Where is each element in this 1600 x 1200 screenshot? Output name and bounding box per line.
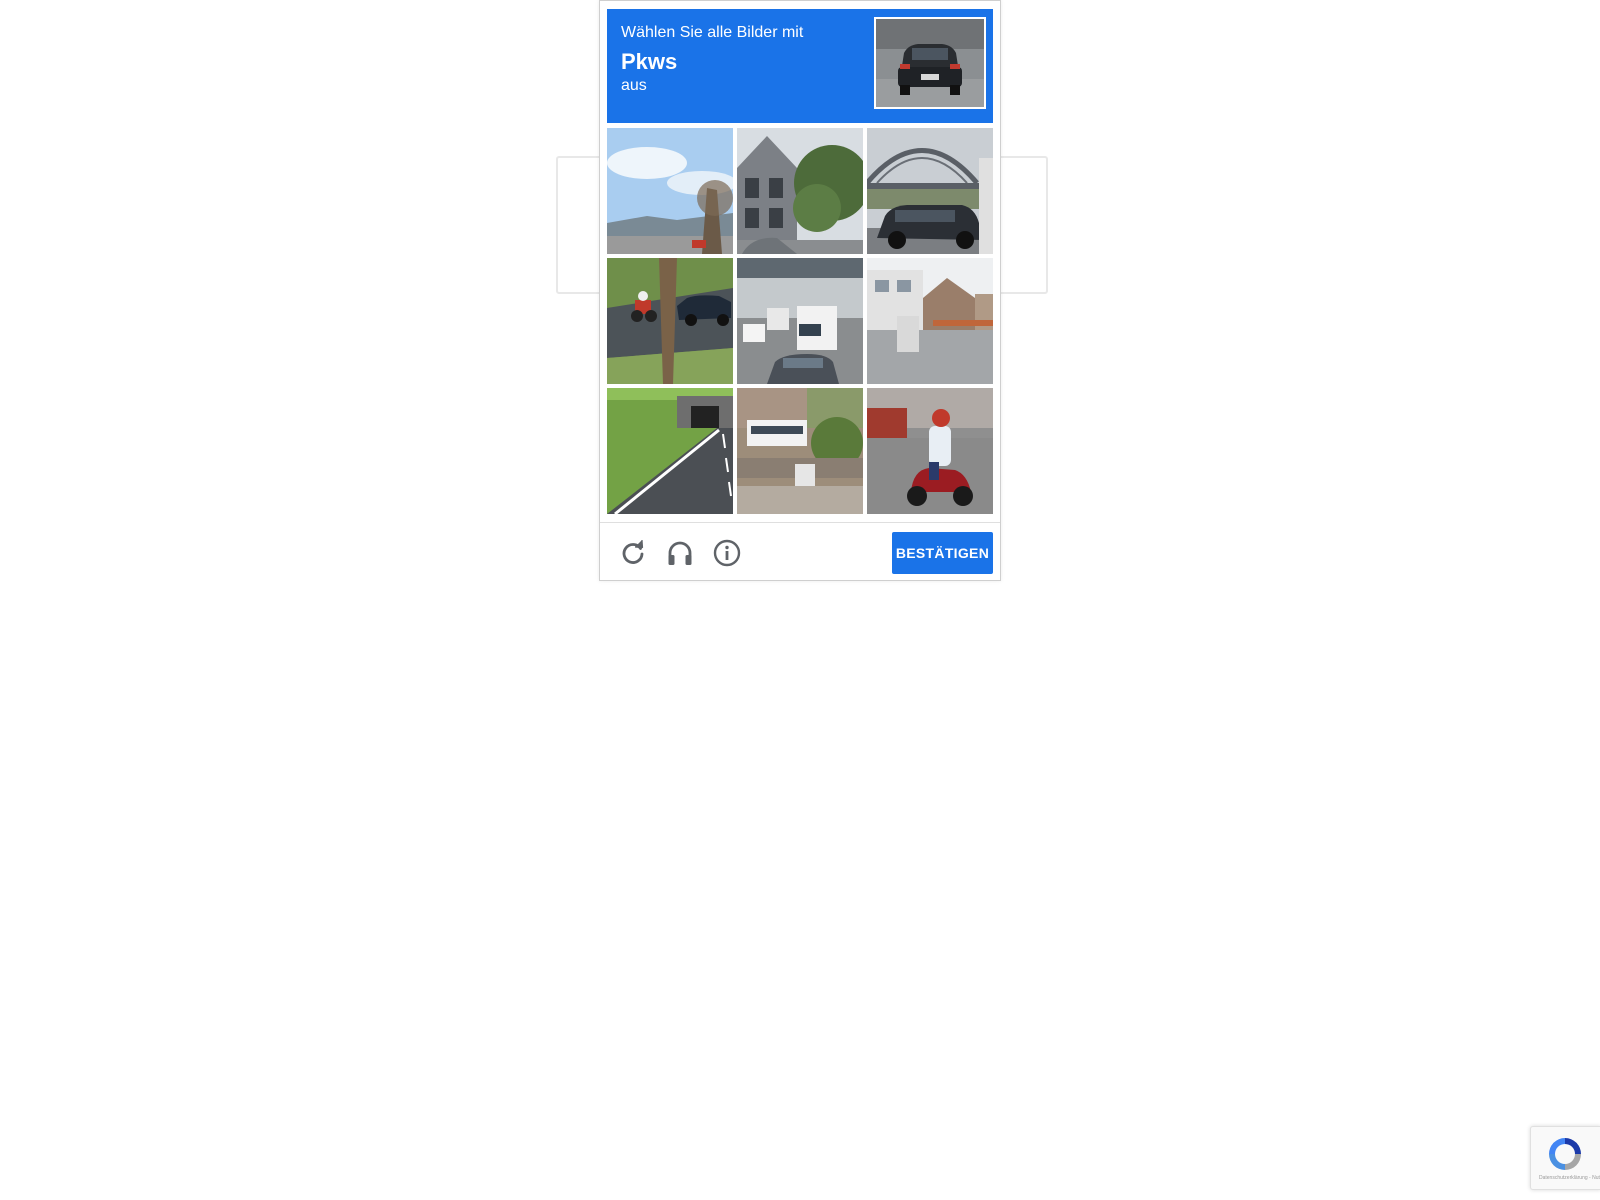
image-grid bbox=[607, 128, 994, 516]
captcha-challenge: Wählen Sie alle Bilder mit Pkws aus BEST… bbox=[599, 0, 1001, 581]
recaptcha-logo-icon bbox=[1545, 1134, 1585, 1174]
verify-button[interactable]: BESTÄTIGEN bbox=[892, 532, 993, 574]
recaptcha-badge[interactable]: Datenschutzerklärung - Nutzungsbedingung… bbox=[1530, 1126, 1600, 1190]
grid-tile[interactable] bbox=[737, 258, 863, 384]
sample-image bbox=[874, 17, 986, 109]
grid-tile[interactable] bbox=[607, 128, 733, 254]
challenge-header: Wählen Sie alle Bilder mit Pkws aus bbox=[607, 9, 993, 123]
reload-icon[interactable] bbox=[618, 538, 648, 568]
grid-tile[interactable] bbox=[867, 258, 993, 384]
badge-terms-text: Datenschutzerklärung - Nutzungsbedingung… bbox=[1539, 1175, 1600, 1181]
headphones-icon[interactable] bbox=[665, 538, 695, 568]
info-icon[interactable] bbox=[712, 538, 742, 568]
grid-tile[interactable] bbox=[867, 128, 993, 254]
instruction-text: Wählen Sie alle Bilder mit bbox=[621, 24, 804, 41]
footer-divider bbox=[600, 522, 1000, 523]
grid-tile[interactable] bbox=[607, 258, 733, 384]
grid-tile[interactable] bbox=[737, 128, 863, 254]
grid-tile[interactable] bbox=[737, 388, 863, 514]
page: Wählen Sie alle Bilder mit Pkws aus BEST… bbox=[0, 0, 1600, 1200]
target-object-label: Pkws bbox=[621, 49, 678, 74]
instruction-suffix: aus bbox=[621, 77, 647, 94]
grid-tile[interactable] bbox=[867, 388, 993, 514]
grid-tile[interactable] bbox=[607, 388, 733, 514]
